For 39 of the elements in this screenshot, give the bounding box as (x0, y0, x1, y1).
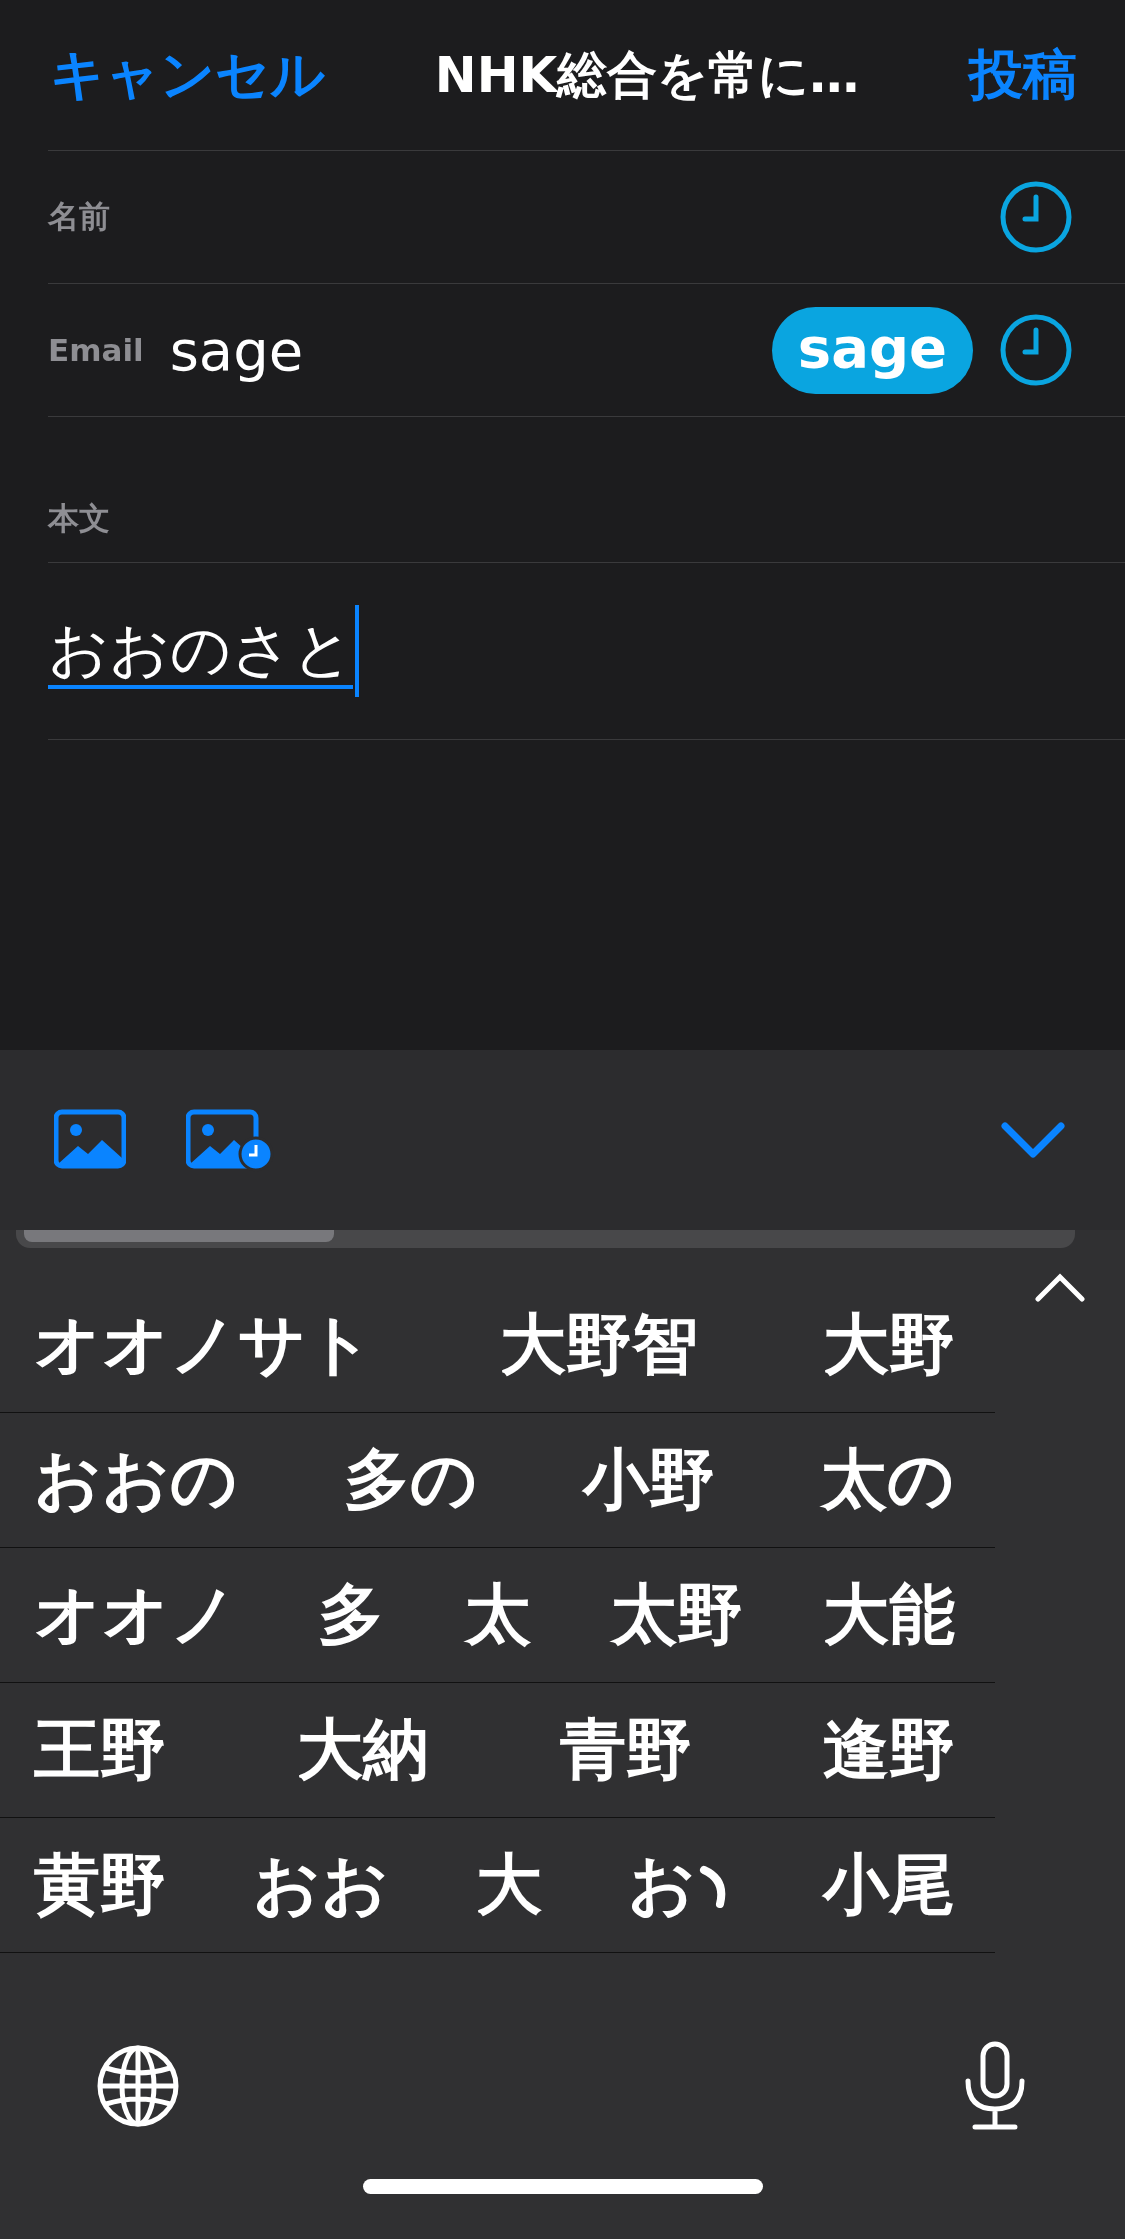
photo-button[interactable] (54, 1108, 126, 1172)
candidate-word[interactable]: 太 (464, 1570, 531, 1660)
candidate-word[interactable]: 多の (343, 1435, 478, 1525)
clock-icon[interactable] (999, 313, 1073, 387)
candidate-word[interactable]: オオノ (34, 1570, 238, 1660)
cancel-button[interactable]: キャンセル (50, 38, 325, 112)
section-label: 本文 (48, 499, 110, 538)
clock-icon[interactable] (999, 180, 1073, 254)
input-field[interactable]: sage (169, 317, 746, 383)
field-label: 名前 (48, 197, 110, 236)
candidate-word[interactable]: 王野 (34, 1705, 166, 1795)
candidate-word[interactable]: オオノサト (34, 1300, 374, 1390)
candidate-word[interactable]: 青野 (560, 1705, 692, 1795)
photo-icon (54, 1108, 126, 1172)
candidate-word[interactable]: おおの (34, 1435, 238, 1525)
candidate-word[interactable]: 大野 (823, 1300, 955, 1390)
candidate-word[interactable]: 黄野 (34, 1840, 166, 1930)
candidate-word[interactable]: おお (252, 1840, 389, 1930)
field-label: Email (48, 332, 144, 368)
globe-icon[interactable] (96, 2044, 180, 2128)
photo-clock-icon (186, 1108, 274, 1172)
window-title: NHK総合を常に… (434, 44, 860, 106)
photo-history-button[interactable] (186, 1108, 274, 1172)
candidate-word[interactable]: 大野智 (499, 1300, 698, 1390)
candidate-word[interactable]: 小尾 (823, 1840, 955, 1930)
candidate-word[interactable]: 多 (318, 1570, 385, 1660)
candidate-word[interactable]: 小野 (583, 1435, 716, 1525)
post-button[interactable]: 投稿 (969, 38, 1077, 112)
candidate-word[interactable]: 太の (820, 1435, 955, 1525)
chevron-down-icon (1001, 1120, 1065, 1160)
candidate-word[interactable]: 大納 (297, 1705, 429, 1795)
chevron-up-icon (1035, 1271, 1085, 1302)
candidate-word[interactable]: 大能 (823, 1570, 955, 1660)
candidate-word[interactable]: 太野 (610, 1570, 743, 1660)
candidate-word[interactable]: お (628, 1840, 737, 1930)
microphone-icon[interactable] (963, 2041, 1027, 2131)
collapse-button[interactable] (1001, 1120, 1065, 1160)
candidate-word[interactable]: 大 (475, 1840, 542, 1930)
candidate-word[interactable]: 逢野 (823, 1705, 955, 1795)
